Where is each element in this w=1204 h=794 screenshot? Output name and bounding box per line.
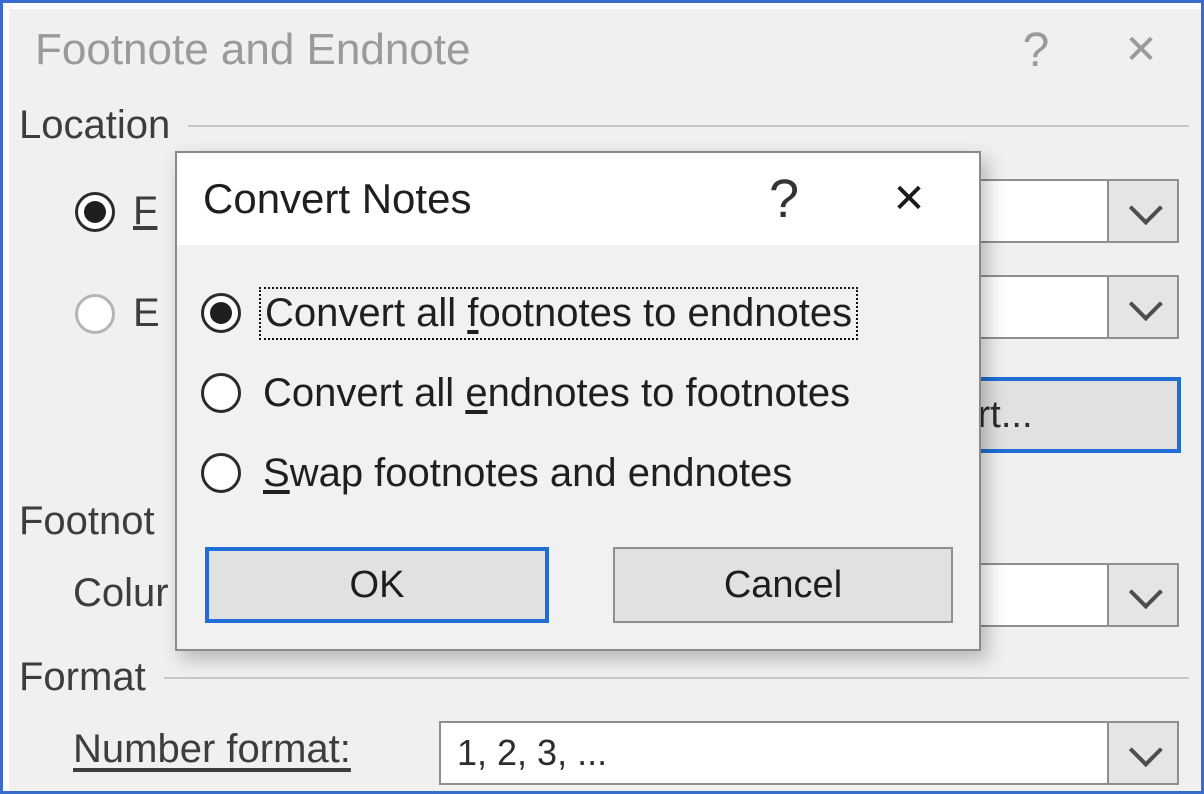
ok-button[interactable]: OK — [205, 547, 549, 623]
help-icon[interactable]: ? — [991, 23, 1081, 78]
parent-title: Footnote and Endnote — [35, 25, 991, 75]
radio-icon — [75, 192, 115, 232]
convert-options-group: Convert all footnotes to endnotes Conver… — [201, 273, 957, 513]
number-format-value: 1, 2, 3, ... — [457, 732, 607, 774]
section-format: Format — [19, 655, 1189, 700]
section-layout-label: Footnot — [19, 499, 155, 544]
chevron-down-icon[interactable] — [1107, 277, 1177, 337]
divider — [188, 125, 1189, 127]
dialog-button-row: OK Cancel — [205, 547, 953, 623]
parent-titlebar: Footnote and Endnote ? ✕ — [9, 9, 1201, 91]
radio-endnotes-label: E — [133, 291, 160, 336]
columns-label: Colur — [73, 571, 169, 616]
radio-icon — [201, 453, 241, 493]
section-format-label: Format — [19, 655, 146, 700]
option-swap[interactable]: Swap footnotes and endnotes — [201, 433, 957, 513]
chevron-down-icon[interactable] — [1107, 181, 1177, 241]
option-label: Swap footnotes and endnotes — [259, 449, 796, 498]
option-label: Convert all endnotes to footnotes — [259, 369, 854, 418]
section-location-label: Location — [19, 103, 170, 148]
chevron-down-icon[interactable] — [1107, 723, 1177, 783]
option-label: Convert all footnotes to endnotes — [259, 287, 858, 340]
divider — [164, 677, 1189, 679]
radio-footnotes[interactable]: F — [75, 189, 157, 234]
cancel-button-label: Cancel — [724, 564, 842, 607]
radio-footnotes-label: F — [133, 189, 157, 234]
radio-icon — [201, 373, 241, 413]
number-format-label: Number format: — [73, 727, 351, 772]
radio-endnotes[interactable]: E — [75, 291, 160, 336]
child-title: Convert Notes — [203, 175, 729, 223]
chevron-down-icon[interactable] — [1107, 565, 1177, 625]
close-icon[interactable]: ✕ — [1081, 27, 1201, 73]
help-icon[interactable]: ? — [729, 168, 839, 230]
convert-notes-dialog: Convert Notes ? ✕ Convert all footnotes … — [175, 151, 981, 651]
radio-icon — [75, 294, 115, 334]
cancel-button[interactable]: Cancel — [613, 547, 953, 623]
number-format-combo[interactable]: 1, 2, 3, ... — [439, 721, 1179, 785]
radio-icon — [201, 293, 241, 333]
ok-button-label: OK — [350, 564, 405, 607]
option-footnotes-to-endnotes[interactable]: Convert all footnotes to endnotes — [201, 273, 957, 353]
option-endnotes-to-footnotes[interactable]: Convert all endnotes to footnotes — [201, 353, 957, 433]
child-titlebar: Convert Notes ? ✕ — [177, 153, 979, 245]
section-location: Location — [19, 103, 1189, 148]
viewport-frame: Footnote and Endnote ? ✕ Location F E ve… — [0, 0, 1204, 794]
close-icon[interactable]: ✕ — [839, 176, 979, 222]
